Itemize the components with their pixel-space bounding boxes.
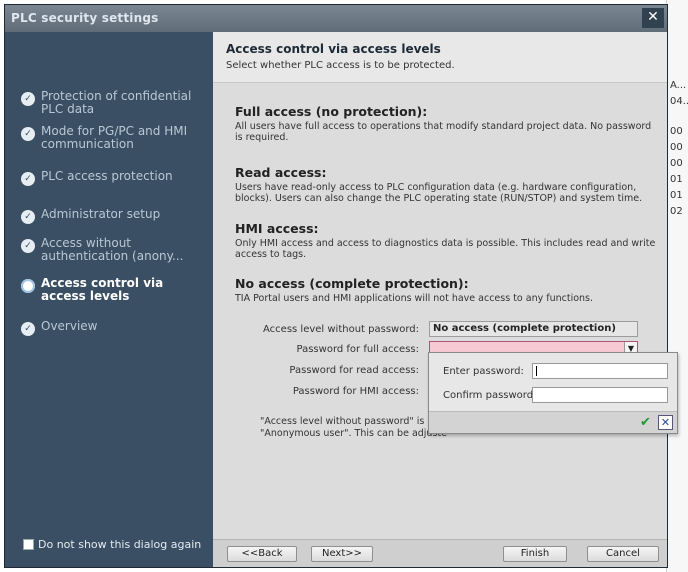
check-icon: ✓ bbox=[21, 239, 35, 253]
dialog-titlebar[interactable]: PLC security settings ✕ bbox=[5, 5, 667, 32]
full-access-password-label: Password for full access: bbox=[296, 344, 419, 355]
background-app-strip: A... 04... 00 00 00 01 01 02 bbox=[666, 0, 688, 572]
sidebar-item-label: Mode for PG/PC and HMI communication bbox=[41, 124, 188, 151]
section-read-access: Read access: Users have read-only access… bbox=[235, 165, 660, 204]
sidebar-item-label: PLC access protection bbox=[41, 169, 173, 183]
bg-cell: 04... bbox=[670, 96, 688, 107]
main-panel: Access control via access levels Select … bbox=[213, 32, 667, 567]
sidebar-item-administrator-setup[interactable]: ✓ Administrator setup bbox=[21, 208, 211, 224]
confirm-password-label: Confirm password: bbox=[443, 390, 537, 401]
bg-cell: 00 bbox=[670, 126, 683, 137]
read-access-password-label: Password for read access: bbox=[289, 365, 419, 376]
bg-cell: 01 bbox=[670, 190, 683, 201]
popup-footer: ✔ ✕ bbox=[429, 411, 677, 433]
page-header: Access control via access levels Select … bbox=[213, 32, 667, 83]
confirm-password-input[interactable] bbox=[532, 387, 668, 403]
enter-password-label: Enter password: bbox=[443, 366, 524, 377]
sidebar-item-label: Protection of confidential PLC data bbox=[41, 89, 192, 116]
bg-cell: 02 bbox=[670, 206, 683, 217]
close-button[interactable]: ✕ bbox=[642, 8, 664, 28]
cancel-button[interactable]: Cancel bbox=[587, 546, 659, 562]
check-icon: ✓ bbox=[21, 322, 35, 336]
section-title: HMI access: bbox=[235, 221, 319, 236]
text-cursor bbox=[536, 366, 537, 376]
next-button[interactable]: Next>> bbox=[311, 546, 373, 562]
dialog-title: PLC security settings bbox=[11, 11, 159, 25]
section-title: Read access: bbox=[235, 165, 327, 180]
finish-button[interactable]: Finish bbox=[503, 546, 567, 562]
section-title: No access (complete protection): bbox=[235, 276, 469, 291]
wizard-sidebar: ✓ Protection of confidential PLC data ✓ … bbox=[5, 32, 213, 567]
bg-cell: A... bbox=[670, 80, 687, 91]
sidebar-item-anonymous-access[interactable]: ✓ Access without authentication (anony..… bbox=[21, 237, 211, 263]
sidebar-item-label: Administrator setup bbox=[41, 207, 161, 221]
confirm-check-icon[interactable]: ✔ bbox=[638, 415, 653, 430]
checkbox-box[interactable] bbox=[23, 539, 34, 550]
bg-cell: 00 bbox=[670, 142, 683, 153]
password-entry-popup: Enter password: Confirm password: ✔ ✕ bbox=[428, 352, 678, 434]
sidebar-item-label: Access without authentication (anony... bbox=[41, 236, 184, 263]
check-icon: ✓ bbox=[21, 172, 35, 186]
back-button[interactable]: <<Back bbox=[227, 546, 297, 562]
close-icon: ✕ bbox=[647, 9, 659, 25]
section-full-access: Full access (no protection): All users h… bbox=[235, 104, 660, 143]
sidebar-item-access-levels[interactable]: Access control via access levels bbox=[21, 277, 211, 303]
check-icon: ✓ bbox=[21, 127, 35, 141]
sidebar-item-label: Overview bbox=[41, 319, 98, 333]
dont-show-checkbox[interactable]: Do not show this dialog again bbox=[23, 538, 201, 551]
no-password-label: Access level without password: bbox=[263, 324, 419, 335]
section-no-access: No access (complete protection): TIA Por… bbox=[235, 276, 660, 304]
sidebar-item-overview[interactable]: ✓ Overview bbox=[21, 320, 211, 336]
sidebar-item-confidential-data[interactable]: ✓ Protection of confidential PLC data bbox=[21, 90, 211, 116]
enter-password-input[interactable] bbox=[532, 363, 668, 379]
cancel-x-icon[interactable]: ✕ bbox=[658, 415, 673, 430]
sidebar-item-pgpc-hmi-mode[interactable]: ✓ Mode for PG/PC and HMI communication bbox=[21, 125, 211, 151]
section-title: Full access (no protection): bbox=[235, 104, 428, 119]
section-description: Only HMI access and access to diagnostic… bbox=[235, 238, 656, 260]
plc-security-dialog: PLC security settings ✕ ✓ Protection of … bbox=[4, 4, 668, 568]
dont-show-label: Do not show this dialog again bbox=[38, 538, 202, 551]
hmi-access-password-label: Password for HMI access: bbox=[292, 386, 419, 397]
sidebar-item-plc-access-protection[interactable]: ✓ PLC access protection bbox=[21, 170, 211, 186]
note-line-1: "Access level without password" is co bbox=[260, 416, 439, 427]
section-hmi-access: HMI access: Only HMI access and access t… bbox=[235, 221, 660, 260]
bg-cell: 01 bbox=[670, 174, 683, 185]
section-description: TIA Portal users and HMI applications wi… bbox=[235, 293, 594, 304]
check-icon: ✓ bbox=[21, 210, 35, 224]
current-step-icon bbox=[21, 279, 35, 293]
sidebar-item-label: Access control via access levels bbox=[41, 276, 164, 303]
check-icon: ✓ bbox=[21, 92, 35, 106]
page-subtitle: Select whether PLC access is to be prote… bbox=[226, 60, 455, 71]
section-description: Users have read-only access to PLC confi… bbox=[235, 182, 643, 204]
section-description: All users have full access to operations… bbox=[235, 121, 652, 143]
note-line-2: "Anonymous user". This can be adjuste bbox=[260, 428, 447, 439]
page-title: Access control via access levels bbox=[226, 42, 441, 56]
bg-cell: 00 bbox=[670, 158, 683, 169]
wizard-button-bar: <<Back Next>> Finish Cancel bbox=[213, 539, 667, 567]
no-password-level-field[interactable]: No access (complete protection) bbox=[429, 321, 638, 337]
